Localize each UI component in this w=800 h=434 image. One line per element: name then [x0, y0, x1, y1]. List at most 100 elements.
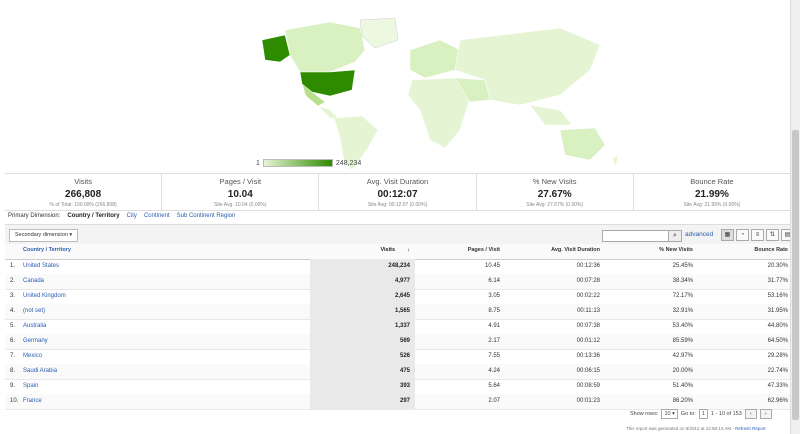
dimension-continent-link[interactable]: Continent — [144, 213, 170, 219]
stat-duration: Avg. Visit Duration 00:12:07 Site Avg: 0… — [319, 174, 477, 210]
view-switcher: ▦ ◔ ≡ ⇅ ▤ — [721, 229, 794, 241]
cell-duration: 00:01:12 — [576, 338, 600, 344]
stat-visits: Visits 266,808 % of Total: 100.00% (266,… — [5, 174, 163, 210]
country-link[interactable]: Australia — [23, 319, 46, 334]
table-row: 2. Canada 4,977 6.14 00:07:28 38.34% 31.… — [5, 274, 790, 290]
legend-min: 1 — [256, 159, 260, 167]
table-row: 10. France 297 2.07 00:01:23 86.20% 62.9… — [5, 394, 790, 410]
cell-duration: 00:13:36 — [576, 353, 600, 359]
goto-input[interactable]: 1 — [698, 409, 708, 419]
country-link[interactable]: Canada — [23, 274, 44, 289]
table-row: 6. Germany 569 2.17 00:01:12 85.59% 64.5… — [5, 334, 790, 350]
dimension-city-link[interactable]: City — [127, 213, 137, 219]
country-link[interactable]: Germany — [23, 334, 48, 349]
search-icon[interactable]: ⌕ — [668, 230, 682, 242]
cell-bounce-rate: 64.50% — [767, 338, 788, 344]
cell-duration: 00:06:15 — [576, 368, 600, 374]
legend-gradient — [262, 159, 333, 167]
stat-value: 21.99% — [694, 189, 729, 200]
cell-visits: 475 — [310, 364, 415, 379]
table-row: 8. Saudi Arabia 475 4.24 00:06:15 20.00%… — [5, 364, 790, 380]
country-link[interactable]: Mexico — [23, 349, 42, 364]
table-view-icon[interactable]: ▦ — [721, 229, 734, 241]
cell-duration: 00:08:59 — [576, 383, 600, 389]
country-link[interactable]: (not set) — [23, 304, 45, 319]
prev-page-icon[interactable]: ‹ — [744, 409, 757, 419]
dimension-subcontinent-link[interactable]: Sub Continent Region — [177, 213, 236, 219]
cell-pages-visit: 7.55 — [488, 353, 500, 359]
rows-per-page-select[interactable]: 10 ▾ — [661, 409, 678, 419]
next-page-icon[interactable]: › — [759, 409, 772, 419]
col-new-visits[interactable]: % New Visits — [600, 247, 693, 253]
cell-visits: 297 — [310, 394, 415, 409]
map-australia — [559, 127, 606, 161]
pie-view-icon[interactable]: ◔ — [736, 229, 749, 241]
cell-bounce-rate: 31.95% — [767, 308, 788, 314]
stat-value: 10.04 — [227, 189, 253, 200]
cell-duration: 00:01:23 — [576, 398, 600, 404]
stat-value: 00:12:07 — [377, 189, 418, 200]
cell-new-visits: 38.34% — [672, 278, 693, 284]
world-map-svg — [261, 17, 619, 171]
scrollbar-thumb[interactable] — [792, 130, 799, 420]
country-link[interactable]: Saudi Arabia — [23, 364, 57, 379]
country-link[interactable]: Spain — [23, 379, 38, 394]
row-number: 2. — [10, 278, 16, 284]
world-map[interactable] — [0, 0, 790, 172]
advanced-filter-link[interactable]: advanced — [685, 231, 713, 238]
cell-bounce-rate: 47.33% — [767, 383, 788, 389]
cell-new-visits: 42.97% — [672, 353, 693, 359]
country-link[interactable]: United States — [23, 259, 59, 274]
cell-pages-visit: 2.17 — [488, 338, 500, 344]
primary-dimension-label: Primary Dimension: — [8, 213, 61, 219]
cell-pages-visit: 10.45 — [484, 263, 500, 269]
col-country[interactable]: Country / Territory — [23, 247, 71, 253]
comparison-view-icon[interactable]: ⇅ — [766, 229, 779, 241]
row-number: 5. — [10, 323, 16, 329]
country-link[interactable]: France — [23, 394, 42, 409]
row-number: 10. — [10, 398, 19, 404]
row-number: 9. — [10, 383, 16, 389]
cell-visits: 393 — [310, 379, 415, 394]
cell-visits: 1,565 — [310, 304, 415, 319]
cell-visits: 1,337 — [310, 319, 415, 334]
country-link[interactable]: United Kingdom — [23, 289, 66, 304]
table-row: 5. Australia 1,337 4.91 00:07:38 53.40% … — [5, 319, 790, 335]
bar-view-icon[interactable]: ≡ — [751, 229, 764, 241]
map-legend: 1 248,234 — [256, 159, 361, 167]
cell-duration: 00:07:28 — [576, 278, 600, 284]
map-africa — [407, 77, 471, 149]
refresh-report-link[interactable]: Refresh Report — [735, 426, 766, 431]
row-number: 6. — [10, 338, 16, 344]
stat-label: Pages / Visit — [219, 177, 262, 186]
table-row: 3. United Kingdom 2,645 3.05 00:02:22 72… — [5, 289, 790, 305]
page-range: 1 - 10 of 153 — [710, 411, 742, 417]
report-footer: This report was generated on 9/2012 at 1… — [626, 426, 766, 431]
cell-visits: 2,645 — [310, 289, 415, 304]
stat-sub: Site Avg: 21.99% (0.00%) — [683, 202, 741, 208]
secondary-dimension-dropdown[interactable]: Secondary dimension ▾ — [9, 229, 79, 242]
map-canada — [284, 21, 366, 73]
stat-label: % New Visits — [532, 177, 577, 186]
cell-visits: 4,977 — [310, 274, 415, 289]
stat-sub: % of Total: 100.00% (266,808) — [49, 202, 117, 208]
row-number: 4. — [10, 308, 16, 314]
col-duration[interactable]: Avg. Visit Duration — [500, 247, 600, 253]
page-scrollbar[interactable] — [790, 0, 800, 434]
pagination: Show rows: 10 ▾ Go to: 1 1 - 10 of 153 ‹… — [630, 409, 772, 419]
table-header: Country / Territory Visits ↓ Pages / Vis… — [5, 244, 790, 260]
table-search-input[interactable] — [602, 230, 674, 242]
legend-max: 248,234 — [335, 159, 362, 167]
cell-pages-visit: 8.75 — [488, 308, 500, 314]
col-bounce-rate[interactable]: Bounce Rate — [693, 247, 788, 253]
cell-bounce-rate: 44.80% — [767, 323, 788, 329]
cell-bounce-rate: 29.28% — [767, 353, 788, 359]
table-toolbar: Secondary dimension ▾ ⌕ advanced ▦ ◔ ≡ ⇅… — [5, 224, 794, 246]
stat-label: Visits — [74, 177, 92, 186]
col-pages-visit[interactable]: Pages / Visit — [410, 247, 500, 253]
cell-pages-visit: 2.07 — [488, 398, 500, 404]
cell-pages-visit: 6.14 — [488, 278, 500, 284]
cell-duration: 00:07:38 — [576, 323, 600, 329]
table-row: 9. Spain 393 5.64 00:08:59 51.40% 47.33% — [5, 379, 790, 395]
map-greenland — [359, 17, 399, 49]
